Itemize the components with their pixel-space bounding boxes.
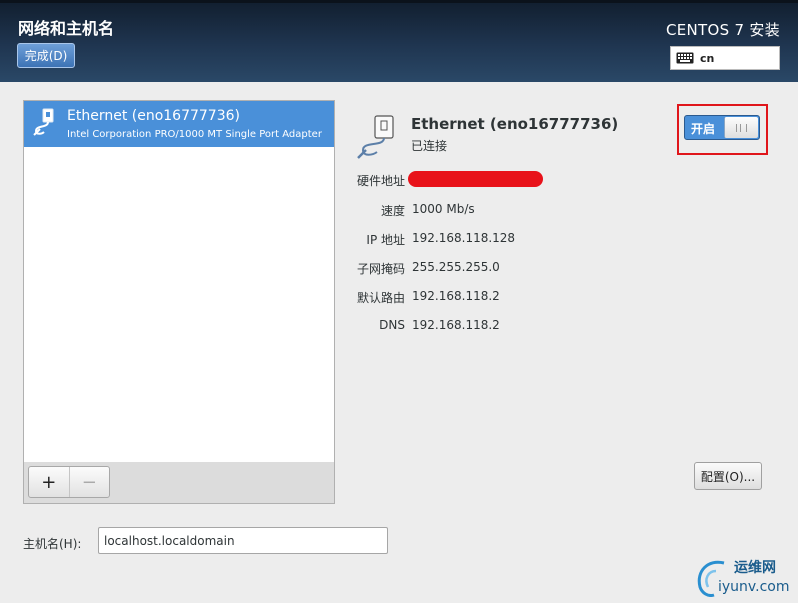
speed-value: 1000 Mb/s [412, 202, 475, 216]
ethernet-cable-icon [357, 115, 394, 159]
configure-button[interactable]: 配置(O)... [694, 462, 762, 490]
subnet-mask-value: 255.255.255.0 [412, 260, 500, 274]
redaction-mark [408, 171, 543, 187]
hostname-input[interactable] [98, 527, 388, 554]
dns-value: 192.168.118.2 [412, 318, 500, 332]
keyboard-icon [676, 52, 694, 64]
speed-label: 速度 [380, 204, 405, 218]
keyboard-layout-indicator[interactable]: cn [670, 46, 780, 70]
header-top-strip [0, 0, 798, 3]
header-bar: 网络和主机名 完成(D) CENTOS 7 安装 cn [0, 0, 798, 82]
device-row-ethernet[interactable]: Ethernet (eno16777736) Intel Corporation… [24, 101, 334, 147]
done-button[interactable]: 完成(D) [17, 43, 75, 68]
device-detail-name: Ethernet (eno16777736) [411, 115, 619, 133]
page-title: 网络和主机名 [18, 19, 115, 38]
default-route-label: 默认路由 [356, 291, 405, 305]
ip-address-label: IP 地址 [366, 233, 405, 247]
default-route-value: 192.168.118.2 [412, 289, 500, 303]
subnet-mask-label: 子网掩码 [356, 262, 405, 276]
product-title: CENTOS 7 安装 [665, 21, 780, 39]
device-on-off-toggle[interactable]: 开启 [684, 115, 760, 140]
hostname-label: 主机名(H): [23, 537, 82, 551]
watermark-title: 运维网 [734, 560, 776, 576]
toggle-knob[interactable] [724, 117, 758, 138]
ethernet-cable-icon [33, 108, 54, 136]
connection-status: 已连接 [411, 139, 448, 153]
dns-label: DNS [379, 318, 405, 332]
watermark-url: iyunv.com [718, 579, 790, 595]
grip-icon [736, 123, 747, 132]
add-remove-button-group: + − [28, 466, 110, 498]
watermark: 运维网 iyunv.com [694, 557, 794, 599]
device-name: Ethernet (eno16777736) [67, 108, 240, 124]
ip-address-value: 192.168.118.128 [412, 231, 516, 245]
hardware-address-label: 硬件地址 [356, 174, 405, 188]
toggle-label: 开启 [691, 122, 716, 136]
device-list-toolbar: + − [23, 462, 335, 504]
keyboard-layout-label: cn [700, 51, 715, 65]
add-device-button[interactable]: + [29, 467, 70, 497]
network-device-list[interactable]: Ethernet (eno16777736) Intel Corporation… [23, 100, 335, 463]
remove-device-button[interactable]: − [70, 467, 110, 497]
device-description: Intel Corporation PRO/1000 MT Single Por… [67, 129, 322, 140]
